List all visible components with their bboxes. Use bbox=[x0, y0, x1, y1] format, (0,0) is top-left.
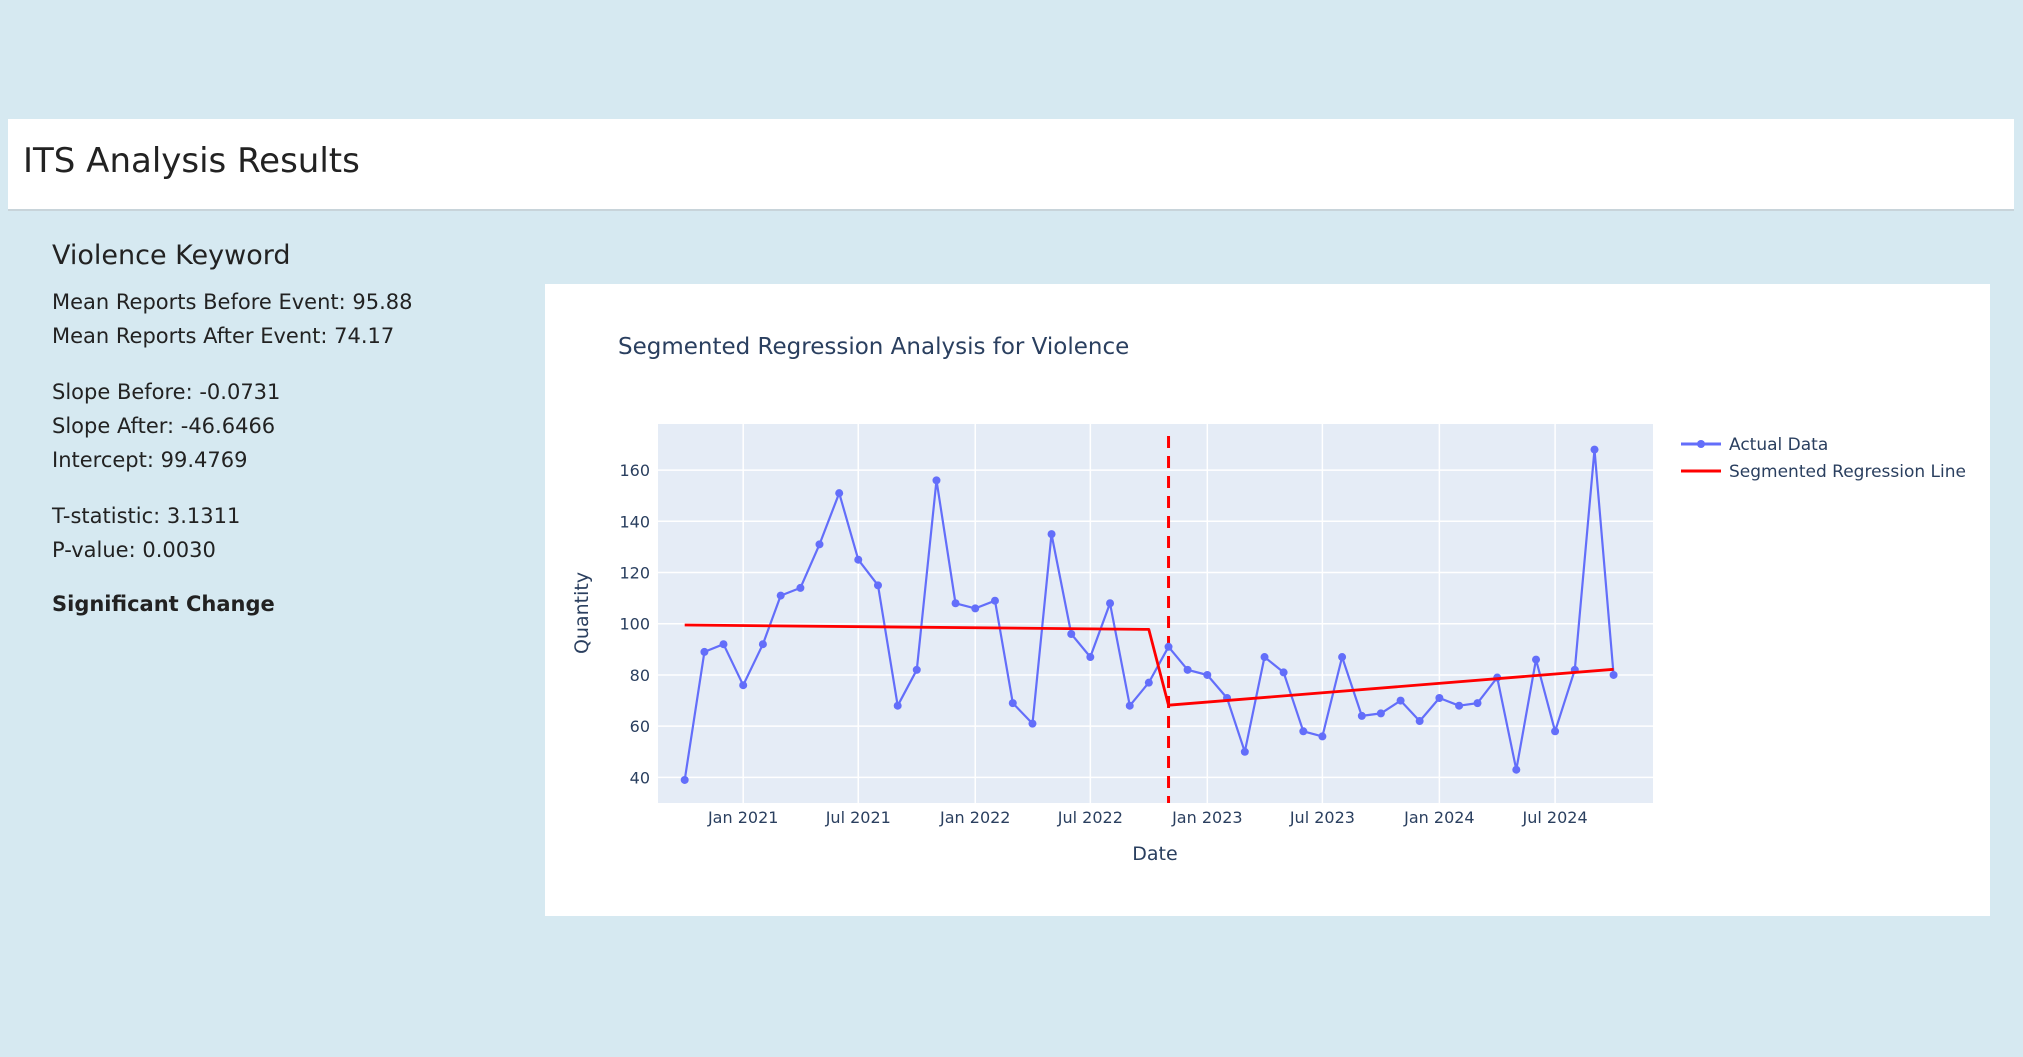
data-point bbox=[1028, 719, 1037, 728]
page-title: ITS Analysis Results bbox=[23, 141, 360, 181]
data-point bbox=[1532, 655, 1541, 664]
data-point bbox=[719, 640, 728, 649]
results-header: ITS Analysis Results bbox=[8, 119, 2014, 211]
p-value: P-value: 0.0030 bbox=[52, 538, 216, 562]
legend-item-actual[interactable]: Actual Data bbox=[1681, 435, 1828, 455]
data-point bbox=[1455, 701, 1464, 710]
data-point bbox=[1318, 732, 1327, 741]
x-tick-label: Jan 2024 bbox=[1403, 808, 1474, 827]
data-point bbox=[854, 555, 863, 564]
y-tick-label: 160 bbox=[619, 461, 650, 480]
x-tick-label: Jan 2022 bbox=[939, 808, 1010, 827]
data-point bbox=[1551, 727, 1560, 736]
data-point bbox=[1415, 717, 1424, 726]
data-point bbox=[1183, 665, 1192, 674]
x-tick-label: Jul 2021 bbox=[825, 808, 891, 827]
data-point bbox=[1376, 709, 1385, 718]
regression-chart[interactable]: Segmented Regression Analysis for Violen… bbox=[545, 284, 1990, 916]
data-point bbox=[932, 476, 941, 485]
t-statistic: T-statistic: 3.1311 bbox=[52, 504, 241, 528]
data-point bbox=[1106, 599, 1115, 608]
mean-after: Mean Reports After Event: 74.17 bbox=[52, 324, 395, 348]
legend-label-actual: Actual Data bbox=[1729, 435, 1828, 455]
legend[interactable]: Actual Data Segmented Regression Line bbox=[1681, 435, 1966, 482]
data-point bbox=[951, 599, 960, 608]
x-tick-label: Jul 2024 bbox=[1522, 808, 1588, 827]
plot-card: Segmented Regression Analysis for Violen… bbox=[545, 284, 1990, 916]
data-point bbox=[776, 591, 785, 600]
data-point bbox=[1512, 765, 1521, 774]
slope-after: Slope After: -46.6466 bbox=[52, 414, 276, 438]
data-point bbox=[1609, 670, 1618, 679]
legend-item-regression[interactable]: Segmented Regression Line bbox=[1681, 462, 1966, 482]
x-tick-label: Jul 2023 bbox=[1289, 808, 1355, 827]
data-point bbox=[1260, 653, 1269, 662]
y-tick-label: 40 bbox=[630, 768, 650, 787]
chart-title: Segmented Regression Analysis for Violen… bbox=[618, 334, 1129, 360]
data-point bbox=[990, 596, 999, 605]
x-tick-label: Jan 2021 bbox=[707, 808, 778, 827]
data-point bbox=[1203, 670, 1212, 679]
y-tick-label: 100 bbox=[619, 615, 650, 634]
data-point bbox=[815, 540, 824, 549]
data-point bbox=[1590, 445, 1599, 454]
x-axis-ticks: Jan 2021 Jul 2021 Jan 2022 Jul 2022 Jan 2023… bbox=[707, 808, 1588, 827]
data-point bbox=[1125, 701, 1134, 710]
data-point bbox=[1396, 696, 1405, 705]
significance-label: Significant Change bbox=[52, 592, 275, 616]
x-tick-label: Jul 2022 bbox=[1057, 808, 1123, 827]
data-point bbox=[1086, 653, 1095, 662]
data-point bbox=[1240, 747, 1249, 756]
plot-area[interactable] bbox=[658, 424, 1653, 803]
data-point bbox=[893, 701, 902, 710]
data-point bbox=[1047, 530, 1056, 539]
data-point bbox=[680, 775, 689, 784]
legend-label-regression: Segmented Regression Line bbox=[1729, 462, 1966, 482]
data-point bbox=[1067, 629, 1076, 638]
y-axis-ticks: 40 60 80 100 120 140 160 bbox=[619, 461, 650, 787]
stats-panel: Violence Keyword Mean Reports Before Eve… bbox=[52, 240, 492, 621]
data-point bbox=[873, 581, 882, 590]
data-point bbox=[1357, 711, 1366, 720]
data-point bbox=[971, 604, 980, 613]
x-axis-label: Date bbox=[1132, 843, 1177, 865]
data-point bbox=[1144, 678, 1153, 687]
intercept: Intercept: 99.4769 bbox=[52, 448, 248, 472]
y-axis-label: Quantity bbox=[571, 572, 593, 654]
data-point bbox=[1164, 642, 1173, 651]
y-tick-label: 80 bbox=[630, 666, 650, 685]
data-point bbox=[1338, 653, 1347, 662]
data-point bbox=[796, 583, 805, 592]
data-point bbox=[758, 640, 767, 649]
x-tick-label: Jan 2023 bbox=[1171, 808, 1242, 827]
data-point bbox=[1435, 694, 1444, 703]
data-point bbox=[1008, 699, 1017, 708]
y-tick-label: 120 bbox=[619, 564, 650, 583]
data-point bbox=[1279, 668, 1288, 677]
data-point bbox=[1299, 727, 1308, 736]
y-tick-label: 60 bbox=[630, 717, 650, 736]
data-point bbox=[835, 489, 844, 498]
data-point bbox=[1473, 699, 1482, 708]
slope-before: Slope Before: -0.0731 bbox=[52, 380, 281, 404]
data-point bbox=[912, 665, 921, 674]
data-point bbox=[700, 647, 709, 656]
mean-before: Mean Reports Before Event: 95.88 bbox=[52, 290, 413, 314]
keyword-heading: Violence Keyword bbox=[52, 240, 291, 271]
data-point bbox=[739, 681, 748, 690]
y-tick-label: 140 bbox=[619, 512, 650, 531]
